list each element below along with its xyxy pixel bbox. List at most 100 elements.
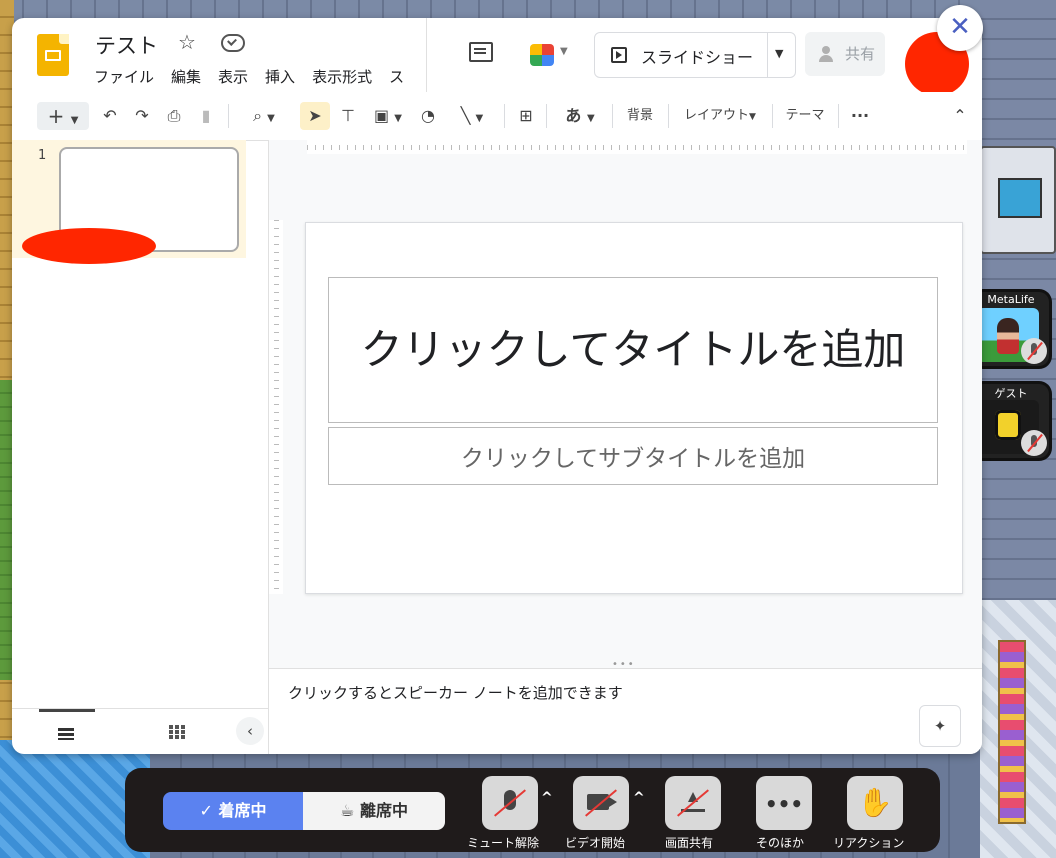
divider (228, 104, 229, 128)
image-icon[interactable]: ▣ ▼ (368, 102, 408, 130)
divider (767, 33, 768, 77)
chevron-down-icon[interactable]: ▼ (560, 46, 568, 57)
divider (504, 104, 505, 128)
meeting-control-bar: ✓ 着席中 ☕ 離席中 ^ ミュート解除 ^ ビデオ開始 画面共有 ••• その… (125, 768, 940, 852)
divider (668, 104, 669, 128)
slideshow-button[interactable]: スライドショー ▼ (594, 32, 796, 78)
input-tools-label: あ (565, 106, 582, 125)
share-label: 共有 (845, 45, 876, 63)
menu-slide-truncated[interactable]: ス (389, 66, 404, 87)
screen-share-label: 画面共有 (665, 836, 714, 850)
participant-name: MetaLife (987, 293, 1035, 306)
status-away-button[interactable]: ☕ 離席中 (303, 792, 445, 830)
redaction-mark (22, 228, 156, 264)
divider (546, 104, 547, 128)
raise-hand-icon: ✋ (857, 786, 893, 819)
slide-number: 1 (38, 148, 47, 163)
vertical-ruler (269, 220, 283, 594)
zoom-icon[interactable]: ⌕ ▼ (240, 102, 288, 130)
microphone-icon (504, 790, 516, 810)
map-flower-bed (998, 640, 1026, 824)
collapse-panel-icon[interactable]: ‹ (236, 717, 264, 745)
paint-format-icon[interactable]: ▮ (194, 102, 218, 130)
chevron-up-icon[interactable]: ^ (633, 790, 645, 806)
explore-sparkle-icon[interactable] (919, 705, 961, 747)
start-video-label: ビデオ開始 (565, 836, 626, 850)
camera-icon (587, 794, 617, 810)
menu-bar: ファイル 編集 表示 挿入 表示形式 ス (94, 66, 421, 87)
slides-logo-icon[interactable] (37, 34, 69, 76)
horizontal-ruler (307, 140, 967, 154)
map-desk (980, 146, 1056, 254)
filmstrip-view-icon[interactable] (39, 709, 95, 754)
comment-icon[interactable] (469, 42, 493, 62)
subtitle-placeholder[interactable]: クリックしてサブタイトルを追加 (328, 427, 938, 485)
divider (838, 104, 839, 128)
more-options-icon[interactable]: ··· (846, 102, 874, 130)
filmstrip-footer: ‹ (12, 708, 268, 754)
divider (772, 104, 773, 128)
screen-share-button[interactable] (665, 776, 721, 830)
grid-view-icon[interactable] (169, 725, 185, 739)
reaction-label: リアクション (833, 836, 905, 850)
menu-insert[interactable]: 挿入 (265, 66, 295, 87)
participant-card-guest[interactable]: ゲスト (973, 384, 1049, 458)
notes-placeholder[interactable]: クリックするとスピーカー ノートを追加できます (288, 682, 623, 703)
close-icon[interactable]: ✕ (937, 5, 983, 51)
menu-view[interactable]: 表示 (218, 66, 248, 87)
more-dots-icon: ••• (764, 792, 804, 816)
slideshow-label: スライドショー (641, 48, 754, 67)
star-icon[interactable]: ☆ (178, 30, 196, 54)
status-present-label: 着席中 (218, 801, 267, 820)
reaction-button[interactable]: ✋ (847, 776, 903, 830)
menu-file[interactable]: ファイル (94, 66, 154, 87)
participant-card-metalife[interactable]: MetaLife (973, 292, 1049, 366)
layout-label: レイアウト (684, 108, 750, 123)
presence-toggle: ✓ 着席中 ☕ 離席中 (163, 792, 445, 830)
undo-icon[interactable]: ↶ (98, 102, 122, 130)
menu-format[interactable]: 表示形式 (312, 66, 372, 87)
theme-button[interactable]: テーマ (780, 102, 830, 130)
status-away-label: 離席中 (359, 801, 408, 820)
input-tools-button[interactable]: あ ▼ (558, 102, 602, 130)
cloud-saved-icon[interactable] (221, 34, 245, 52)
meet-icon[interactable] (530, 44, 554, 66)
chevron-down-icon[interactable]: ▼ (775, 47, 783, 60)
mic-muted-icon (1021, 338, 1047, 364)
more-button[interactable]: ••• (756, 776, 812, 830)
select-cursor-icon[interactable]: ➤ (300, 102, 330, 130)
filmstrip-panel: 1 ‹ (12, 140, 269, 754)
unmute-label: ミュート解除 (467, 836, 540, 850)
background-button[interactable]: 背景 (620, 102, 660, 130)
title-placeholder[interactable]: クリックしてタイトルを追加 (328, 277, 938, 423)
header-actions: ▼ スライドショー ▼ 共有 (426, 18, 982, 96)
participant-name: ゲスト (994, 387, 1028, 400)
document-title[interactable]: テスト (95, 30, 158, 60)
chevron-up-icon[interactable]: ⌃ (948, 102, 972, 130)
mic-muted-icon (1021, 430, 1047, 456)
share-button[interactable]: 共有 (805, 32, 885, 76)
new-slide-button[interactable]: + ▼ (37, 102, 89, 130)
toolbar: + ▼ ↶ ↷ ⎙ ▮ ⌕ ▼ ➤ ⊤ ▣ ▼ ◔ ╲ ▼ ⊞ あ ▼ 背景 レ… (12, 92, 982, 141)
play-icon (611, 47, 627, 63)
redo-icon[interactable]: ↷ (130, 102, 154, 130)
add-comment-icon[interactable]: ⊞ (514, 102, 538, 130)
layout-button[interactable]: レイアウト▼ (676, 102, 764, 130)
unmute-button[interactable] (482, 776, 538, 830)
divider (612, 104, 613, 128)
shape-icon[interactable]: ◔ (416, 102, 440, 130)
more-label: そのほか (756, 836, 805, 850)
menu-edit[interactable]: 編集 (171, 66, 201, 87)
start-video-button[interactable] (573, 776, 629, 830)
status-present-button[interactable]: ✓ 着席中 (163, 792, 303, 830)
print-icon[interactable]: ⎙ (162, 102, 186, 130)
line-icon[interactable]: ╲ ▼ (450, 102, 494, 130)
map-wall-top (0, 0, 1056, 20)
slide[interactable]: クリックしてタイトルを追加 クリックしてサブタイトルを追加 (305, 222, 963, 594)
chevron-up-icon[interactable]: ^ (541, 790, 553, 806)
speaker-notes[interactable]: クリックするとスピーカー ノートを追加できます (269, 668, 982, 754)
slides-window: テスト ☆ ファイル 編集 表示 挿入 表示形式 ス ▼ スライドショー ▼ 共… (12, 18, 982, 754)
text-box-icon[interactable]: ⊤ (336, 102, 360, 130)
slide-canvas: クリックしてタイトルを追加 クリックしてサブタイトルを追加 ••• (269, 140, 982, 670)
person-icon (819, 46, 833, 62)
